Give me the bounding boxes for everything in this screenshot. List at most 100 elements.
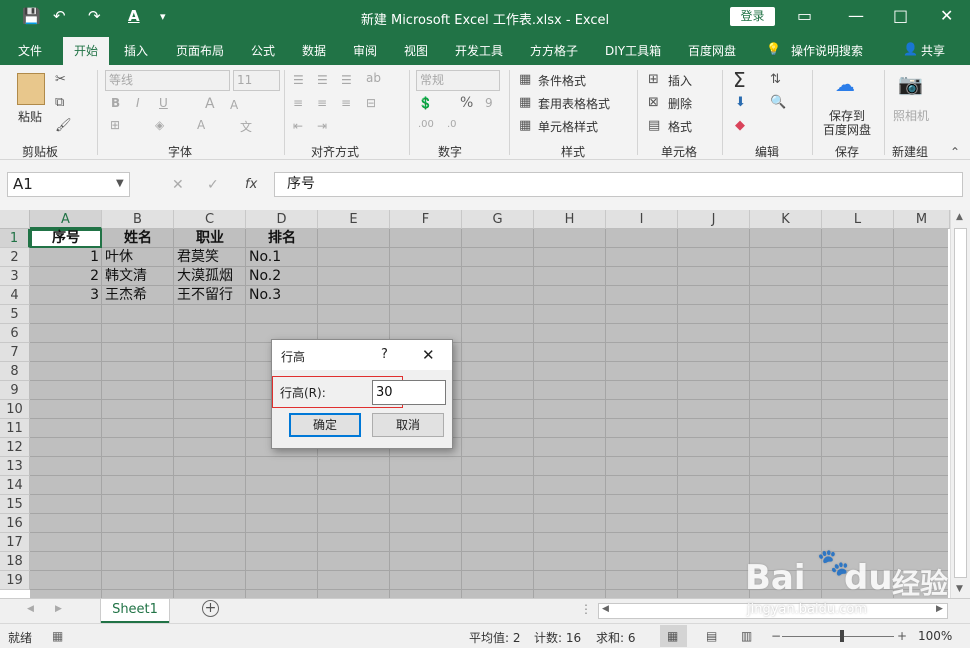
- table-cell[interactable]: 大漠孤烟: [174, 267, 246, 286]
- confirm-entry-icon[interactable]: ✓: [207, 177, 219, 193]
- ribbon-display-icon[interactable]: ▭: [797, 6, 812, 25]
- tab-home[interactable]: 开始: [63, 37, 109, 65]
- table-cell[interactable]: 韩文清: [102, 267, 174, 286]
- increase-indent-icon[interactable]: ⇥: [317, 119, 327, 133]
- table-cell[interactable]: 3: [30, 286, 102, 305]
- column-header[interactable]: L: [822, 210, 894, 229]
- dialog-close-button[interactable]: ✕: [422, 346, 435, 364]
- column-header[interactable]: J: [678, 210, 750, 229]
- underline-button[interactable]: U: [159, 96, 168, 110]
- comma-button[interactable]: 9: [485, 96, 493, 110]
- tab-view[interactable]: 视图: [404, 42, 428, 59]
- formula-input[interactable]: 序号: [274, 172, 963, 197]
- close-button[interactable]: ✕: [940, 6, 953, 25]
- row-header[interactable]: 11: [0, 419, 30, 438]
- row-header[interactable]: 12: [0, 438, 30, 457]
- bold-button[interactable]: B: [111, 96, 120, 110]
- ok-button[interactable]: 确定: [289, 413, 361, 437]
- insert-function-icon[interactable]: fx: [245, 177, 257, 192]
- paste-button[interactable]: 粘贴: [18, 108, 42, 125]
- tab-file[interactable]: 文件: [18, 42, 42, 59]
- tab-baidu-netdisk[interactable]: 百度网盘: [688, 42, 736, 59]
- zoom-level[interactable]: 100%: [918, 629, 952, 643]
- row-header[interactable]: 1: [0, 229, 30, 248]
- row-header[interactable]: 3: [0, 267, 30, 286]
- tab-data[interactable]: 数据: [302, 42, 326, 59]
- percent-button[interactable]: %: [460, 95, 473, 111]
- column-header[interactable]: B: [102, 210, 174, 229]
- row-header[interactable]: 6: [0, 324, 30, 343]
- zoom-slider-thumb[interactable]: [840, 630, 844, 642]
- column-header[interactable]: C: [174, 210, 246, 229]
- row-header[interactable]: 7: [0, 343, 30, 362]
- table-cell[interactable]: 1: [30, 248, 102, 267]
- delete-cells-button[interactable]: 删除: [668, 95, 692, 112]
- column-header[interactable]: M: [894, 210, 950, 229]
- prev-sheet-icon[interactable]: ◀: [27, 604, 34, 614]
- collapse-ribbon-icon[interactable]: ⌃: [950, 145, 960, 159]
- login-button[interactable]: 登录: [730, 7, 775, 26]
- font-size-combo[interactable]: 11: [233, 70, 280, 91]
- align-right-icon[interactable]: ≡: [341, 96, 351, 110]
- minimize-button[interactable]: —: [848, 6, 864, 25]
- sheet-tab-sheet1[interactable]: Sheet1: [101, 599, 169, 623]
- header-cell[interactable]: 姓名: [102, 229, 174, 248]
- number-format-combo[interactable]: 常规: [416, 70, 500, 91]
- tab-insert[interactable]: 插入: [124, 42, 148, 59]
- name-box-dropdown-icon[interactable]: ▼: [116, 178, 124, 189]
- table-cell[interactable]: 王杰希: [102, 286, 174, 305]
- grow-font-button[interactable]: A: [205, 96, 215, 112]
- save-to-label-2[interactable]: 百度网盘: [823, 121, 871, 138]
- align-middle-icon[interactable]: ☰: [317, 73, 328, 87]
- decrease-indent-icon[interactable]: ⇤: [293, 119, 303, 133]
- row-header[interactable]: 17: [0, 533, 30, 552]
- row-header[interactable]: 5: [0, 305, 30, 324]
- sort-filter-icon[interactable]: ⇅: [770, 72, 781, 87]
- macro-record-icon[interactable]: ▦: [52, 629, 63, 643]
- cancel-button[interactable]: 取消: [372, 413, 444, 437]
- align-left-icon[interactable]: ≡: [293, 96, 303, 110]
- cut-icon[interactable]: ✂: [55, 72, 66, 87]
- tab-review[interactable]: 审阅: [353, 42, 377, 59]
- accounting-icon[interactable]: 💲: [418, 96, 433, 110]
- table-cell[interactable]: 君莫笑: [174, 248, 246, 267]
- row-header[interactable]: 13: [0, 457, 30, 476]
- maximize-button[interactable]: □: [893, 6, 908, 25]
- column-header[interactable]: H: [534, 210, 606, 229]
- row-header[interactable]: 8: [0, 362, 30, 381]
- row-header[interactable]: 15: [0, 495, 30, 514]
- autosum-button[interactable]: Σ: [733, 68, 746, 92]
- scroll-left-icon[interactable]: ◀: [602, 604, 609, 614]
- fill-icon[interactable]: ⬇: [735, 95, 746, 110]
- table-cell[interactable]: No.3: [246, 286, 318, 305]
- row-header[interactable]: 14: [0, 476, 30, 495]
- add-sheet-button[interactable]: +: [202, 600, 219, 617]
- border-icon[interactable]: ⊞: [110, 118, 120, 132]
- tab-formulas[interactable]: 公式: [251, 42, 275, 59]
- find-select-icon[interactable]: 🔍: [770, 95, 786, 110]
- format-as-table-button[interactable]: 套用表格格式: [538, 95, 610, 112]
- table-cell[interactable]: 2: [30, 267, 102, 286]
- cancel-entry-icon[interactable]: ✕: [172, 177, 184, 193]
- font-color-icon[interactable]: A: [197, 118, 205, 132]
- row-header[interactable]: 16: [0, 514, 30, 533]
- column-header[interactable]: K: [750, 210, 822, 229]
- header-cell[interactable]: 职业: [174, 229, 246, 248]
- table-cell[interactable]: No.1: [246, 248, 318, 267]
- column-header[interactable]: I: [606, 210, 678, 229]
- row-header[interactable]: 18: [0, 552, 30, 571]
- decrease-decimal-icon[interactable]: .0: [447, 119, 457, 130]
- name-box[interactable]: A1: [7, 172, 130, 197]
- next-sheet-icon[interactable]: ▶: [55, 604, 62, 614]
- tell-me-search[interactable]: 操作说明搜索: [791, 42, 863, 59]
- tab-fangfang[interactable]: 方方格子: [530, 42, 578, 59]
- fill-color-icon[interactable]: ◈: [155, 118, 164, 132]
- align-center-icon[interactable]: ≡: [317, 96, 327, 110]
- vertical-scroll-thumb[interactable]: [954, 228, 967, 578]
- format-painter-icon[interactable]: 🖌: [55, 118, 72, 133]
- row-header[interactable]: 9: [0, 381, 30, 400]
- tab-diy-toolbox[interactable]: DIY工具箱: [605, 42, 661, 59]
- increase-decimal-icon[interactable]: .00: [418, 119, 434, 130]
- paste-icon[interactable]: [17, 73, 45, 105]
- zoom-in-button[interactable]: +: [897, 629, 907, 643]
